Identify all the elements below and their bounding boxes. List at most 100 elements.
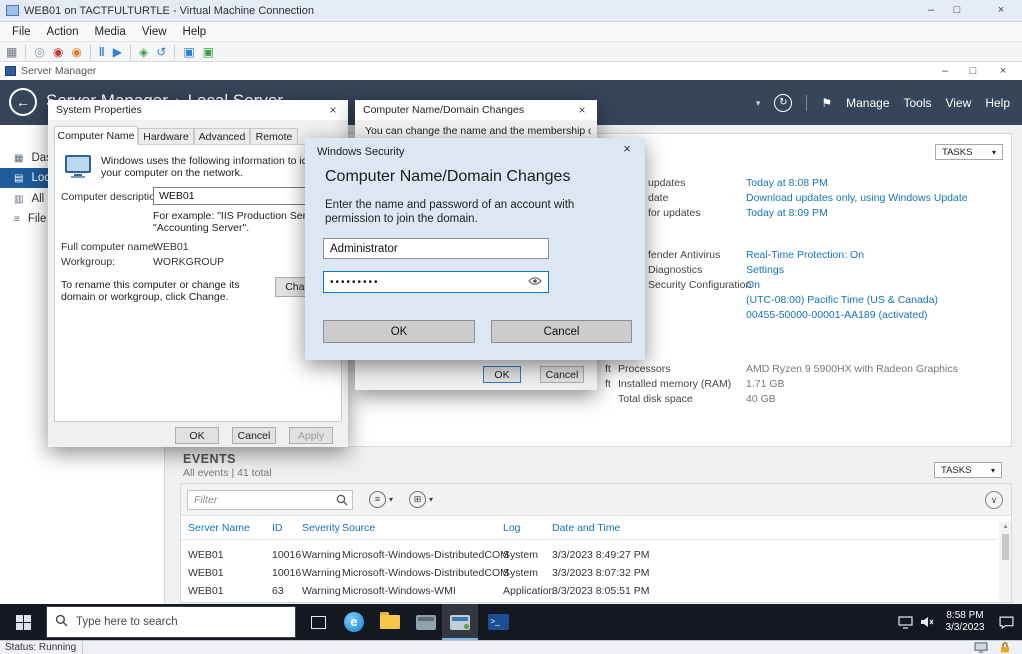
cell-source: Microsoft-Windows-DistributedCOM [342, 567, 509, 579]
ok-button[interactable]: OK [175, 427, 219, 444]
menu-media[interactable]: Media [87, 26, 134, 38]
menu-view[interactable]: View [134, 26, 175, 38]
events-filter-input[interactable] [187, 490, 353, 510]
taskbar-edge[interactable]: e [338, 604, 370, 640]
username-input[interactable] [323, 238, 549, 259]
close-icon[interactable]: × [322, 101, 344, 119]
shut-down-vm-icon[interactable]: ◉ [71, 45, 81, 59]
task-view-button[interactable] [302, 604, 334, 640]
taskbar-server-manager[interactable] [410, 604, 442, 640]
taskbar-file-explorer[interactable] [374, 604, 406, 640]
tab-computer-name[interactable]: Computer Name [54, 126, 138, 145]
refresh-icon[interactable]: ↻ [774, 94, 792, 112]
vm-close-button[interactable]: × [988, 0, 1014, 21]
revert-icon[interactable]: ↺ [156, 45, 166, 59]
column-header-severity[interactable]: Severity [302, 522, 340, 534]
tray-volume-icon[interactable] [916, 604, 938, 640]
menu-manage[interactable]: Manage [846, 96, 889, 110]
turn-off-vm-icon[interactable]: ◉ [53, 45, 63, 59]
tasks-label: TASKS [941, 465, 971, 476]
action-center-button[interactable] [992, 604, 1020, 640]
vm-minimize-button[interactable]: – [918, 0, 944, 21]
reveal-password-icon[interactable] [528, 276, 542, 289]
tab-hardware[interactable]: Hardware [138, 128, 194, 145]
property-value-link[interactable]: (UTC-08:00) Pacific Time (US & Canada) [746, 294, 938, 306]
table-row[interactable]: WEB01 10016 Warning Microsoft-Windows-Di… [181, 549, 996, 567]
active-app-indicator [442, 638, 478, 640]
menu-file[interactable]: File [4, 26, 39, 38]
cell-server-name: WEB01 [188, 567, 224, 579]
property-value-link[interactable]: On [746, 279, 760, 291]
ok-button[interactable]: OK [323, 320, 475, 343]
vm-maximize-button[interactable]: □ [944, 0, 970, 21]
grouping-dropdown[interactable]: ⊞▾ [409, 491, 433, 508]
taskbar-powershell[interactable]: >_ [482, 604, 514, 640]
table-row[interactable]: WEB01 63 Warning Microsoft-Windows-WMI A… [181, 585, 996, 603]
collapse-panel-icon[interactable]: ∨ [985, 491, 1003, 509]
cancel-button[interactable]: Cancel [540, 366, 584, 383]
dialog-title: Computer Name/Domain Changes [363, 104, 524, 116]
properties-tasks-button[interactable]: TASKS ▾ [935, 144, 1003, 160]
workgroup-value: WORKGROUP [153, 256, 224, 268]
events-tasks-button[interactable]: TASKS ▾ [934, 462, 1002, 478]
column-header-source[interactable]: Source [342, 522, 375, 534]
ok-button[interactable]: OK [483, 366, 521, 383]
toolbar-separator [174, 45, 175, 59]
notifications-flag-icon[interactable]: ⚑ [821, 96, 832, 110]
taskbar-search[interactable]: Type here to search [46, 606, 296, 638]
start-vm-icon[interactable]: ◎ [34, 45, 44, 59]
column-header-id[interactable]: ID [272, 522, 283, 534]
column-header-date-time[interactable]: Date and Time [552, 522, 620, 534]
tasks-caret-icon: ▾ [992, 148, 996, 157]
password-field[interactable]: ••••••••• [323, 271, 549, 293]
property-value-link[interactable]: Today at 8:09 PM [746, 207, 828, 219]
cancel-button[interactable]: Cancel [232, 427, 276, 444]
sm-close-button[interactable]: × [990, 62, 1016, 80]
property-value-link[interactable]: Real-Time Protection: On [746, 249, 864, 261]
property-value-link[interactable]: Download updates only, using Windows Upd… [746, 192, 968, 204]
cancel-button[interactable]: Cancel [491, 320, 632, 343]
property-value-link[interactable]: Today at 8:08 PM [746, 177, 828, 189]
pause-vm-icon[interactable]: ‖ [99, 45, 105, 59]
start-button[interactable] [0, 604, 46, 640]
table-row[interactable]: WEB01 10016 Warning Microsoft-Windows-Di… [181, 567, 996, 585]
scroll-up-icon[interactable]: ▴ [999, 522, 1012, 532]
dialog-title: System Properties [56, 104, 142, 116]
ctrl-alt-del-icon[interactable]: ▦ [6, 45, 17, 59]
property-value-link[interactable]: Settings [746, 264, 784, 276]
sm-maximize-button[interactable]: □ [960, 62, 986, 80]
column-header-log[interactable]: Log [503, 522, 521, 534]
username-field[interactable] [323, 238, 549, 259]
windows-logo-icon [16, 615, 31, 630]
events-scrollbar[interactable]: ▴ [999, 522, 1012, 603]
checkpoint-icon[interactable]: ◈ [139, 45, 148, 59]
back-button[interactable]: ← [9, 88, 37, 116]
column-header-server-name[interactable]: Server Name [188, 522, 250, 534]
windows-security-dialog: Windows Security × Computer Name/Domain … [305, 138, 645, 360]
tab-remote[interactable]: Remote [250, 128, 298, 145]
enhanced-session-icon[interactable]: ▣ [183, 45, 194, 59]
share-icon[interactable]: ▣ [203, 45, 214, 59]
taskbar-server-manager-active[interactable] [442, 604, 478, 640]
resume-vm-icon[interactable]: ▶ [113, 45, 122, 59]
scrollbar-thumb[interactable] [1002, 534, 1009, 560]
menu-sm-help[interactable]: Help [985, 96, 1010, 110]
clipped-text-fragment: ft [605, 363, 611, 375]
menu-sm-view[interactable]: View [946, 96, 972, 110]
menu-action[interactable]: Action [39, 26, 87, 38]
events-table-header: Server Name ID Severity Source Log Date … [181, 522, 996, 540]
saved-queries-dropdown[interactable]: ≡▾ [369, 491, 393, 508]
server-manager-title: Server Manager [21, 65, 96, 77]
close-icon[interactable]: × [571, 101, 593, 119]
menu-tools[interactable]: Tools [904, 96, 932, 110]
notifications-caret-icon[interactable]: ▾ [756, 98, 761, 109]
menu-help[interactable]: Help [175, 26, 215, 38]
apply-button[interactable]: Apply [289, 427, 333, 444]
taskbar-clock[interactable]: 8:58 PM 3/3/2023 [940, 610, 990, 634]
list-icon: ≡ [369, 491, 386, 508]
sm-minimize-button[interactable]: – [932, 62, 958, 80]
tray-display-icon[interactable] [894, 604, 916, 640]
close-icon[interactable]: × [617, 141, 637, 156]
tab-advanced[interactable]: Advanced [194, 128, 250, 145]
property-value-link[interactable]: 00455-50000-00001-AA189 (activated) [746, 309, 928, 321]
